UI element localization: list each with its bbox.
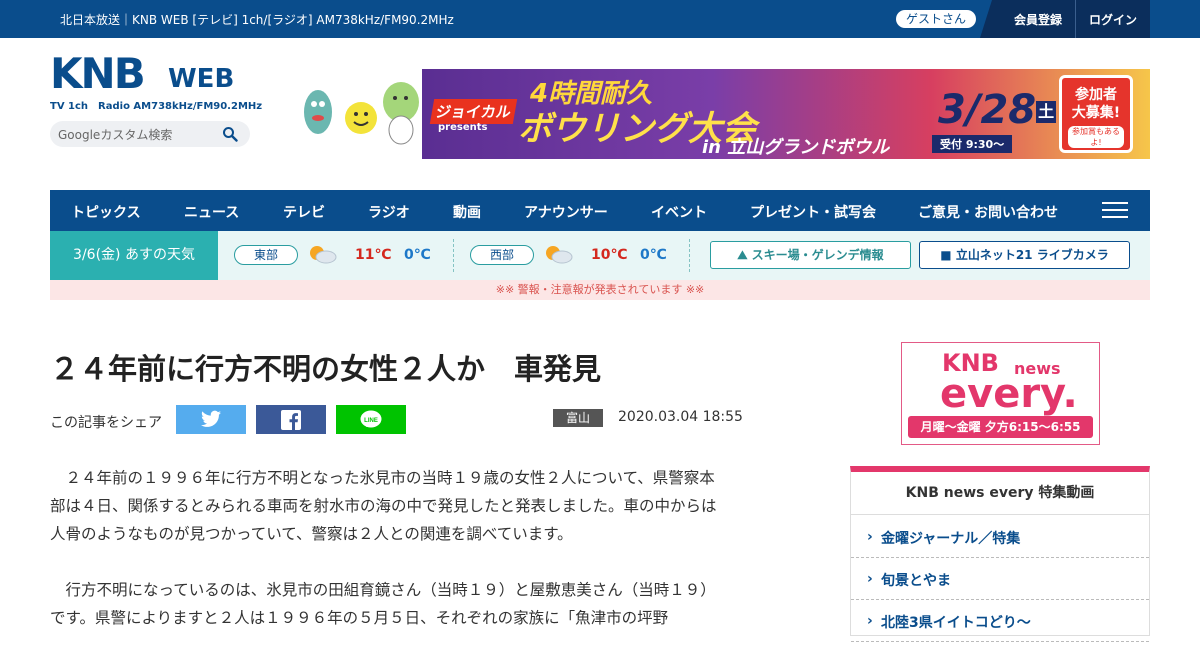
sunny-cloudy-icon <box>310 246 337 264</box>
chevron-right-icon: › <box>867 571 873 587</box>
news-every-promo[interactable]: KNB news every. 月曜～金曜 夕方6:15～6:55 <box>901 342 1100 445</box>
banner-date-value: 3/28 <box>938 87 1037 133</box>
search-box[interactable]: Googleカスタム検索 <box>50 121 250 147</box>
mascot-characters-image <box>304 82 419 145</box>
chevron-right-icon: › <box>867 529 873 545</box>
promo-every: every. <box>940 371 1078 417</box>
bowling-event-banner[interactable]: ジョイカル presents 4時間耐久 ボウリング大会 in 立山グランドボウ… <box>422 69 1150 159</box>
mountain-icon: ⛰ <box>737 248 752 262</box>
west-high-temp: 10℃ <box>591 247 628 263</box>
west-low-temp: 0℃ <box>640 247 667 263</box>
nav-tv[interactable]: テレビ <box>283 202 325 222</box>
site-logo[interactable]: KNB WEB TV 1ch Radio AM738kHz/FM90.2MHz <box>50 49 262 113</box>
east-low-temp: 0℃ <box>404 247 431 263</box>
line-icon: LINE <box>360 410 382 428</box>
logo-frequency: TV 1ch Radio AM738kHz/FM90.2MHz <box>50 101 263 112</box>
sidebar-item-shunkei[interactable]: › 旬景とやま <box>851 558 1149 600</box>
search-input[interactable]: Googleカスタム検索 <box>58 126 172 143</box>
sidebar-item-label: 金曜ジャーナル／特集 <box>881 531 1021 547</box>
guest-badge[interactable]: ゲストさん <box>896 10 976 28</box>
weather-alert[interactable]: ※※ 警報・注意報が発表されています ※※ <box>50 280 1150 300</box>
main-nav: トピックス ニュース テレビ ラジオ 動画 アナウンサー イベント プレゼント・… <box>50 190 1150 231</box>
twitter-share-button[interactable] <box>176 405 246 434</box>
nav-announcer[interactable]: アナウンサー <box>524 202 608 222</box>
hamburger-menu-icon[interactable] <box>1102 202 1128 220</box>
share-label: この記事をシェア <box>50 415 162 431</box>
banner-cta-badge: 参加者 大募集! 参加賞もあるよ! <box>1059 75 1133 153</box>
promo-time: 月曜～金曜 夕方6:15～6:55 <box>908 416 1093 438</box>
banner-date: 3/28 土 <box>938 87 1057 133</box>
ski-info-label: スキー場・ゲレンデ情報 <box>751 248 884 262</box>
banner-cta-text: 参加者 大募集! <box>1071 87 1121 121</box>
region-east[interactable]: 東部 <box>234 245 298 265</box>
sunny-cloudy-icon <box>546 246 573 264</box>
nav-contact[interactable]: ご意見・お問い合わせ <box>918 202 1058 222</box>
live-camera-label: 立山ネット21 ライブカメラ <box>955 248 1109 262</box>
article-paragraph: 行方不明になっているのは、氷見市の田組育鏡さん（当時１９）と屋敷恵美さん（当時１… <box>50 581 716 627</box>
divider <box>1075 0 1076 38</box>
facebook-share-button[interactable] <box>256 405 326 434</box>
article-body: ２４年前の１９９６年に行方不明となった氷見市の当時１９歳の女性２人について、県警… <box>50 464 730 660</box>
banner-reception: 受付 9:30～ <box>932 135 1013 153</box>
search-icon[interactable] <box>222 126 238 142</box>
weather-divider <box>453 239 454 272</box>
top-bar: 北日本放送｜KNB WEB [テレビ] 1ch/[ラジオ] AM738kHz/F… <box>0 0 1200 38</box>
login-link[interactable]: ログイン <box>1089 11 1137 28</box>
feature-video-title: KNB news every 特集動画 <box>851 472 1149 515</box>
video-camera-icon: ■ <box>940 248 956 262</box>
svg-text:LINE: LINE <box>364 418 378 424</box>
east-high-temp: 11℃ <box>355 247 392 263</box>
nav-present[interactable]: プレゼント・試写会 <box>750 202 876 222</box>
area-tag[interactable]: 富山 <box>553 409 603 427</box>
weather-bar: 3/6(金) あすの天気 東部 11℃ 0℃ 西部 10℃ 0℃ ⛰ スキー場・… <box>50 231 1150 280</box>
article-datetime: 2020.03.04 18:55 <box>618 409 743 425</box>
logo-knb: KNB <box>50 49 146 98</box>
banner-cta-sub: 参加賞もあるよ! <box>1068 126 1124 148</box>
sidebar-item-friday-journal[interactable]: › 金曜ジャーナル／特集 <box>851 516 1149 558</box>
line-share-button[interactable]: LINE <box>336 405 406 434</box>
station-info: 北日本放送｜KNB WEB [テレビ] 1ch/[ラジオ] AM738kHz/F… <box>60 13 454 27</box>
twitter-icon <box>201 410 221 427</box>
live-camera-button[interactable]: ■ 立山ネット21 ライブカメラ <box>919 241 1130 269</box>
facebook-icon <box>281 410 301 430</box>
sidebar-item-hokuriku[interactable]: › 北陸3県イイトコどり～ <box>851 600 1149 642</box>
ski-info-button[interactable]: ⛰ スキー場・ゲレンデ情報 <box>710 241 911 269</box>
banner-dow: 土 <box>1036 101 1057 123</box>
logo-web: WEB <box>168 64 235 94</box>
nav-video[interactable]: 動画 <box>453 202 481 222</box>
chevron-right-icon: › <box>867 613 873 629</box>
nav-topics[interactable]: トピックス <box>71 202 141 222</box>
weather-divider <box>689 239 690 272</box>
nav-event[interactable]: イベント <box>651 202 707 222</box>
sidebar-item-label: 旬景とやま <box>881 573 951 589</box>
banner-line3: in 立山グランドボウル <box>702 137 890 158</box>
banner-presents: presents <box>438 122 488 133</box>
banner-brand: ジョイカル <box>429 99 518 124</box>
nav-radio[interactable]: ラジオ <box>368 202 410 222</box>
sidebar-item-label: 北陸3県イイトコどり～ <box>881 615 1031 631</box>
weather-day: 3/6(金) あすの天気 <box>50 231 218 280</box>
article-title: ２４年前に行方不明の女性２人か 車発見 <box>50 352 602 386</box>
nav-news[interactable]: ニュース <box>184 202 239 222</box>
article-paragraph: ２４年前の１９９６年に行方不明となった氷見市の当時１９歳の女性２人について、県警… <box>50 469 717 543</box>
region-west[interactable]: 西部 <box>470 245 534 265</box>
register-link[interactable]: 会員登録 <box>1014 11 1062 28</box>
feature-video-box: KNB news every 特集動画 › 金曜ジャーナル／特集 › 旬景とやま… <box>850 466 1150 642</box>
